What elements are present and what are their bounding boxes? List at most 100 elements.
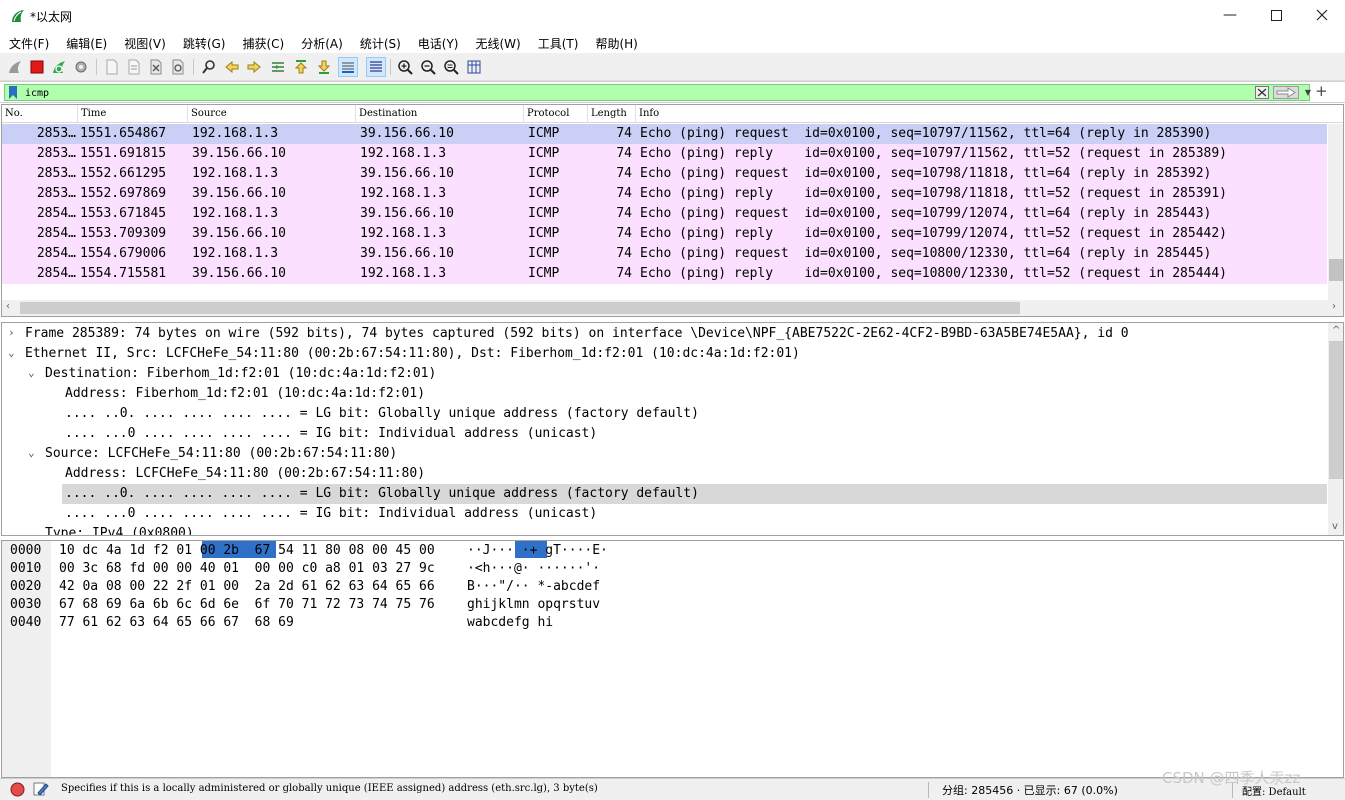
apply-filter-button[interactable]	[1273, 86, 1299, 99]
maximize-button[interactable]	[1253, 0, 1299, 30]
find-packet-button[interactable]	[199, 57, 219, 77]
column-header-info[interactable]: Info	[636, 105, 1328, 123]
packet-list-vertical-scrollbar[interactable]	[1328, 124, 1343, 300]
title-bar: *以太网 —	[0, 0, 1345, 31]
minimize-icon: —	[1223, 7, 1237, 23]
menu-capture[interactable]: 捕获(C)	[233, 31, 292, 53]
table-row[interactable]: 2853… 1552.697869 39.156.66.10 192.168.1.3 I…	[2, 184, 1327, 204]
reload-file-button[interactable]	[168, 57, 188, 77]
tree-item[interactable]: .... ...0 .... .... .... .... = IG bit: …	[2, 504, 1327, 524]
open-file-button[interactable]	[102, 57, 122, 77]
display-filter-input[interactable]	[25, 86, 1225, 100]
menu-tools[interactable]: 工具(T)	[529, 31, 587, 53]
file-icon	[106, 59, 118, 75]
go-back-button[interactable]	[222, 57, 242, 77]
stop-icon	[30, 60, 44, 74]
bytes-row[interactable]: 0000 10 dc 4a 1d f2 01 00 2b 67 54 11 80…	[2, 542, 608, 560]
column-header-time[interactable]: Time	[78, 105, 188, 123]
tree-item[interactable]: ⌄ Source: LCFCHeFe_54:11:80 (00:2b:67:54…	[2, 444, 1327, 464]
autoscroll-button[interactable]	[338, 57, 358, 77]
chevron-down-icon[interactable]: ⌄	[28, 366, 35, 379]
table-row[interactable]: 2853… 1551.691815 39.156.66.10 192.168.1.3 I…	[2, 144, 1327, 164]
go-to-packet-button[interactable]	[268, 57, 288, 77]
tree-item[interactable]: Address: Fiberhom_1d:f2:01 (10:dc:4a:1d:…	[2, 384, 1327, 404]
details-vertical-scrollbar[interactable]: ^ v	[1328, 323, 1343, 535]
menu-help[interactable]: 帮助(H)	[586, 31, 645, 53]
start-capture-button[interactable]	[5, 57, 25, 77]
zoom-in-button[interactable]	[395, 57, 415, 77]
table-row[interactable]: 2854… 1554.679006 192.168.1.3 39.156.66.10 I…	[2, 244, 1327, 264]
first-packet-button[interactable]	[291, 57, 311, 77]
minimize-button[interactable]: —	[1207, 0, 1253, 30]
display-filter-field: ▼	[4, 84, 1313, 101]
chevron-down-icon[interactable]: ⌄	[8, 346, 15, 359]
colorize-button[interactable]	[366, 57, 386, 77]
bytes-row[interactable]: 0020 42 0a 08 00 22 2f 01 00 2a 2d 61 62…	[2, 578, 600, 596]
close-file-button[interactable]	[146, 57, 166, 77]
bytes-row[interactable]: 0030 67 68 69 6a 6b 6c 6d 6e 6f 70 71 72…	[2, 596, 600, 614]
menu-statistics[interactable]: 统计(S)	[351, 31, 409, 53]
tree-item-selected[interactable]: .... ..0. .... .... .... .... = LG bit: …	[62, 484, 1327, 504]
chevron-down-icon: ▼	[1304, 88, 1312, 97]
bytes-row[interactable]: 0010 00 3c 68 fd 00 00 40 01 00 00 c0 a8…	[2, 560, 600, 578]
zoom-in-icon	[398, 60, 413, 75]
menu-file[interactable]: 文件(F)	[0, 31, 57, 53]
window-title: *以太网	[30, 10, 73, 24]
menu-edit[interactable]: 编辑(E)	[57, 31, 115, 53]
scrollbar-thumb[interactable]	[1329, 341, 1343, 479]
stop-capture-button[interactable]	[27, 57, 47, 77]
last-packet-button[interactable]	[314, 57, 334, 77]
table-row[interactable]: 2853… 1551.654867 192.168.1.3 39.156.66.10 I…	[2, 124, 1327, 144]
tree-item[interactable]: ⌄ Ethernet II, Src: LCFCHeFe_54:11:80 (0…	[2, 344, 1327, 364]
tree-item[interactable]: › Frame 285389: 74 bytes on wire (592 bi…	[2, 324, 1327, 344]
zoom-out-button[interactable]	[418, 57, 438, 77]
column-header-source[interactable]: Source	[188, 105, 356, 123]
scroll-up-icon[interactable]: ^	[1332, 325, 1340, 336]
arrow-right-icon	[247, 60, 261, 74]
tree-item[interactable]: Type: IPv4 (0x0800)	[2, 524, 1327, 535]
add-filter-button[interactable]: +	[1315, 83, 1328, 99]
close-window-button[interactable]	[1299, 0, 1345, 30]
scroll-right-icon[interactable]: ›	[1332, 301, 1336, 312]
capture-options-button[interactable]	[71, 57, 91, 77]
save-file-button[interactable]	[124, 57, 144, 77]
bookmark-icon[interactable]	[8, 86, 18, 99]
column-header-protocol[interactable]: Protocol	[524, 105, 588, 123]
tree-item[interactable]: ⌄ Destination: Fiberhom_1d:f2:01 (10:dc:…	[2, 364, 1327, 384]
table-row[interactable]: 2854… 1553.671845 192.168.1.3 39.156.66.10 I…	[2, 204, 1327, 224]
menu-telephony[interactable]: 电话(Y)	[409, 31, 467, 53]
clear-filter-icon[interactable]	[1255, 86, 1269, 99]
table-row[interactable]: 2854… 1553.709309 39.156.66.10 192.168.1.3 I…	[2, 224, 1327, 244]
packet-list-horizontal-scrollbar[interactable]: ‹ ›	[2, 300, 1343, 316]
menu-wireless[interactable]: 无线(W)	[467, 31, 529, 53]
jump-icon	[272, 62, 284, 72]
table-row[interactable]: 2854… 1554.715581 39.156.66.10 192.168.1.3 I…	[2, 264, 1327, 284]
normal-size-button[interactable]	[441, 57, 461, 77]
column-header-no[interactable]: No.	[2, 105, 78, 123]
resize-columns-button[interactable]	[464, 57, 484, 77]
go-forward-button[interactable]	[244, 57, 264, 77]
scrollbar-thumb[interactable]	[1329, 259, 1343, 281]
menu-view[interactable]: 视图(V)	[115, 31, 174, 53]
reload-icon	[172, 59, 184, 75]
arrow-top-icon	[294, 60, 308, 74]
expert-info-icon[interactable]	[10, 782, 25, 797]
chevron-right-icon[interactable]: ›	[8, 326, 15, 339]
chevron-down-icon[interactable]: ⌄	[28, 446, 35, 459]
scroll-down-icon[interactable]: v	[1332, 521, 1338, 532]
menu-analyze[interactable]: 分析(A)	[292, 31, 351, 53]
filter-history-dropdown[interactable]: ▼	[1303, 86, 1313, 99]
column-header-destination[interactable]: Destination	[356, 105, 524, 123]
edit-comment-icon[interactable]	[33, 781, 49, 797]
table-row[interactable]: 2853… 1552.661295 192.168.1.3 39.156.66.10 I…	[2, 164, 1327, 184]
scroll-left-icon[interactable]: ‹	[6, 301, 10, 312]
menu-go[interactable]: 跳转(G)	[174, 31, 234, 53]
tree-item[interactable]: .... ..0. .... .... .... .... = LG bit: …	[2, 404, 1327, 424]
scrollbar-thumb[interactable]	[20, 302, 1020, 314]
column-header-length[interactable]: Length	[588, 105, 636, 123]
main-toolbar	[0, 53, 1345, 81]
restart-capture-button[interactable]	[49, 57, 69, 77]
tree-item[interactable]: Address: LCFCHeFe_54:11:80 (00:2b:67:54:…	[2, 464, 1327, 484]
bytes-row[interactable]: 0040 77 61 62 63 64 65 66 67 68 69 wabcd…	[2, 614, 553, 632]
tree-item[interactable]: .... ...0 .... .... .... .... = IG bit: …	[2, 424, 1327, 444]
